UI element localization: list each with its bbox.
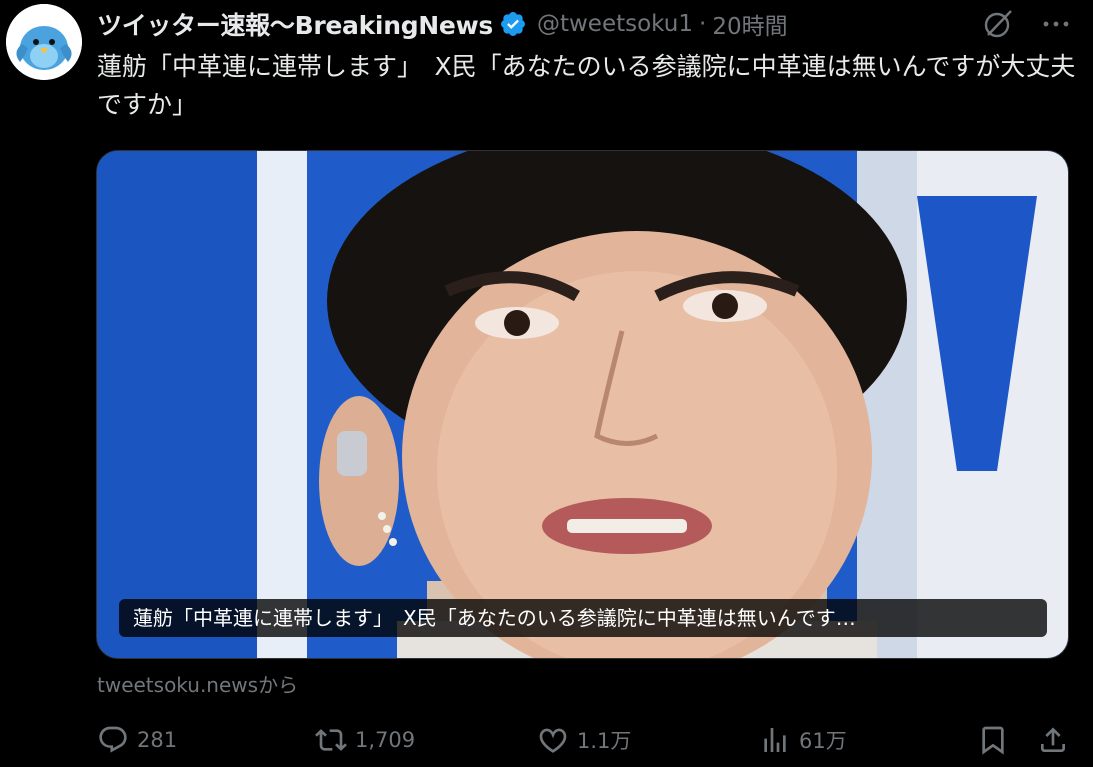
avatar[interactable] <box>6 4 82 80</box>
share-button[interactable] <box>1037 720 1069 760</box>
card-photo <box>97 151 1068 658</box>
more-dots-icon[interactable] <box>1039 7 1073 41</box>
share-icon <box>1041 727 1065 752</box>
views-icon <box>764 728 786 752</box>
reply-button[interactable]: 281 <box>97 720 177 760</box>
display-name[interactable]: ツイッター速報〜BreakingNews <box>97 6 493 42</box>
like-button[interactable]: 1.1万 <box>537 720 631 760</box>
bookmark-button[interactable] <box>977 720 1009 760</box>
action-bar: 281 1,709 1.1万 61万 <box>97 720 1072 760</box>
repost-button[interactable]: 1,709 <box>315 720 415 760</box>
view-count: 61万 <box>799 729 847 753</box>
header-icons <box>981 7 1073 41</box>
heart-icon <box>539 728 567 753</box>
views-button[interactable]: 61万 <box>759 720 847 760</box>
tweet-header: ツイッター速報〜BreakingNews @tweetsoku1 · 20時間 <box>97 6 1073 42</box>
card-caption: 蓮舫「中革連に連帯します」 X民「あなたのいる参議院に中革連は無いんです… <box>119 599 1047 637</box>
reply-icon <box>99 726 127 753</box>
timestamp[interactable]: 20時間 <box>712 7 787 41</box>
repost-icon <box>315 729 347 751</box>
reply-count: 281 <box>137 728 178 752</box>
link-card[interactable]: 蓮舫「中革連に連帯します」 X民「あなたのいる参議院に中革連は無いんです… <box>96 150 1069 659</box>
tweet-text: 蓮舫「中革連に連帯します」 X民「あなたのいる参議院に中革連は無いんですが大丈夫… <box>97 52 1076 119</box>
card-source[interactable]: tweetsoku.newsから <box>97 669 298 698</box>
like-count: 1.1万 <box>577 729 632 753</box>
grok-icon[interactable] <box>981 7 1015 41</box>
handle[interactable]: @tweetsoku1 <box>537 11 693 37</box>
repost-count: 1,709 <box>355 728 416 752</box>
separator-dot: · <box>699 11 707 37</box>
tweet[interactable]: ツイッター速報〜BreakingNews @tweetsoku1 · 20時間 … <box>0 0 1093 767</box>
bookmark-icon <box>982 726 1004 755</box>
verified-badge-icon[interactable] <box>499 10 527 38</box>
bird-avatar-icon <box>6 4 82 80</box>
